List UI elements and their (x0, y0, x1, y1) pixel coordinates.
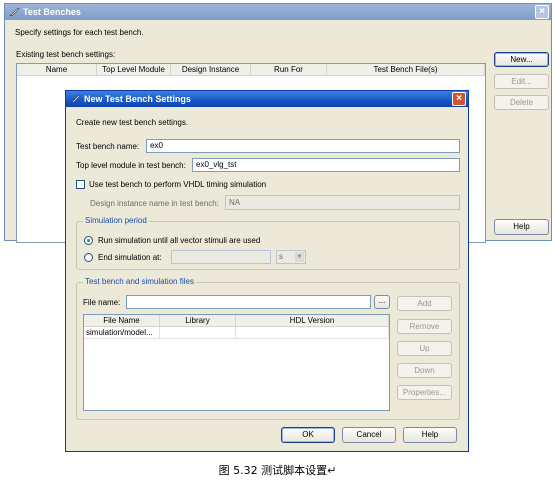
test-benches-titlebar: Test Benches × (5, 4, 551, 20)
add-button[interactable]: Add (397, 296, 452, 311)
row-file-name: simulation/model... (84, 327, 160, 339)
files-table[interactable]: File Name Library HDL Version simulation… (83, 314, 390, 411)
use-vhdl-label: Use test bench to perform VHDL timing si… (89, 180, 267, 189)
end-at-unit-select[interactable]: s ▼ (276, 250, 306, 264)
simulation-period-group: Simulation period Run simulation until a… (76, 216, 460, 270)
end-at-label: End simulation at: (98, 253, 162, 262)
chevron-down-icon: ▼ (295, 252, 304, 262)
down-button[interactable]: Down (397, 363, 452, 378)
close-icon[interactable]: × (452, 92, 466, 106)
file-name-label: File name: (83, 298, 121, 307)
column-header-top-level-module[interactable]: Top Level Module (97, 64, 171, 76)
column-header-test-bench-files[interactable]: Test Bench File(s) (327, 64, 485, 76)
top-level-module-label: Top level module in test bench: (76, 161, 186, 170)
new-test-bench-dialog: New Test Bench Settings × Create new tes… (65, 90, 469, 452)
run-until-radio[interactable] (84, 236, 93, 245)
test-benches-subtitle: Specify settings for each test bench. (15, 28, 144, 37)
column-header-name[interactable]: Name (17, 64, 97, 76)
end-at-radio[interactable] (84, 253, 93, 262)
figure-caption: 图 5.32 测试脚本设置↵ (218, 464, 337, 477)
column-header-design-instance[interactable]: Design Instance (171, 64, 251, 76)
column-header-library[interactable]: Library (160, 315, 236, 327)
properties-button[interactable]: Properties... (397, 385, 452, 400)
help-button[interactable]: Help (403, 427, 457, 443)
row-hdl-version (236, 327, 389, 339)
dialog-intro: Create new test bench settings. (76, 118, 189, 127)
pencil-icon (70, 94, 81, 104)
use-vhdl-checkbox[interactable] (76, 180, 85, 189)
column-header-hdl-version[interactable]: HDL Version (236, 315, 389, 327)
run-until-label: Run simulation until all vector stimuli … (98, 236, 261, 245)
design-instance-input[interactable]: NA (225, 195, 460, 210)
test-bench-name-input[interactable]: ex0 (146, 139, 460, 153)
pencil-icon (9, 7, 20, 17)
new-test-bench-titlebar: New Test Bench Settings × (66, 91, 468, 107)
edit-button[interactable]: Edit... (494, 74, 549, 89)
remove-button[interactable]: Remove (397, 319, 452, 334)
test-benches-title: Test Benches (23, 7, 81, 17)
column-header-run-for[interactable]: Run For (251, 64, 327, 76)
simulation-period-title: Simulation period (83, 216, 149, 225)
ok-button[interactable]: OK (281, 427, 335, 443)
column-header-file-name[interactable]: File Name (84, 315, 160, 327)
dialog-title: New Test Bench Settings (84, 94, 191, 104)
up-button[interactable]: Up (397, 341, 452, 356)
end-at-unit-value: s (279, 252, 283, 261)
end-at-input[interactable] (171, 250, 271, 264)
new-button[interactable]: New... (494, 52, 549, 67)
simulation-files-title: Test bench and simulation files (83, 277, 196, 286)
file-name-input[interactable] (126, 295, 371, 309)
close-icon[interactable]: × (535, 5, 549, 19)
delete-button[interactable]: Delete (494, 95, 549, 110)
existing-settings-label: Existing test bench settings: (16, 50, 116, 59)
cancel-button[interactable]: Cancel (342, 427, 396, 443)
test-bench-name-label: Test bench name: (76, 142, 140, 151)
row-library (160, 327, 236, 339)
simulation-files-group: Test bench and simulation files File nam… (76, 277, 460, 420)
browse-button[interactable]: ... (374, 295, 390, 309)
help-button[interactable]: Help (494, 219, 549, 235)
top-level-module-input[interactable]: ex0_vlg_tst (192, 158, 460, 172)
design-instance-label: Design instance name in test bench: (90, 199, 219, 208)
